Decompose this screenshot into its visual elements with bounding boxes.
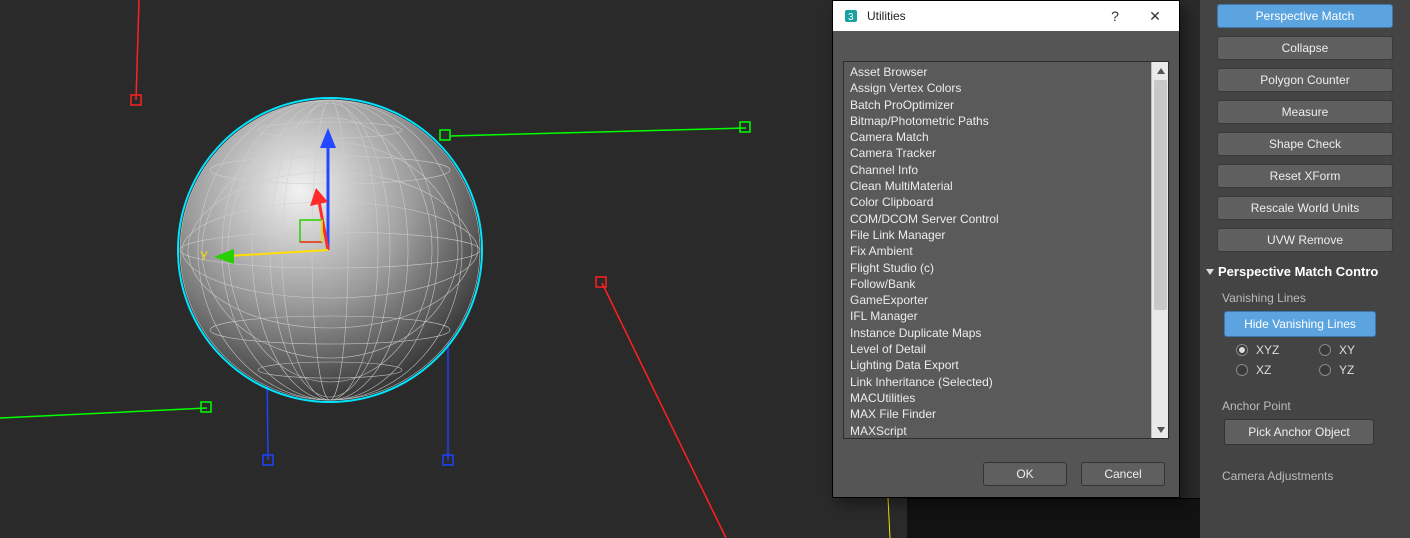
util-btn-shape-check[interactable]: Shape Check [1217, 132, 1393, 156]
app-root: Y 3 Utilities ? ✕ Asset BrowserAssign Ve… [0, 0, 1410, 538]
axis-radio-group: XYZ XY XZ YZ [1212, 337, 1398, 377]
utilities-list-item[interactable]: MACUtilities [844, 390, 1151, 406]
utilities-list-item[interactable]: Color Clipboard [844, 194, 1151, 210]
radio-yz[interactable]: YZ [1319, 363, 1390, 377]
scroll-up-button[interactable] [1152, 62, 1169, 79]
help-button[interactable]: ? [1095, 1, 1135, 31]
utilities-list-item[interactable]: Bitmap/Photometric Paths [844, 113, 1151, 129]
dialog-title: Utilities [867, 9, 906, 23]
command-panel: Perspective Match Collapse Polygon Count… [1200, 0, 1410, 538]
util-btn-uvw-remove[interactable]: UVW Remove [1217, 228, 1393, 252]
utilities-list-item[interactable]: Clean MultiMaterial [844, 178, 1151, 194]
anchor-point-label: Anchor Point [1200, 391, 1410, 417]
scroll-thumb[interactable] [1154, 80, 1167, 310]
gizmo-y-label: Y [200, 249, 208, 263]
ok-button[interactable]: OK [983, 462, 1067, 486]
util-btn-rescale-world[interactable]: Rescale World Units [1217, 196, 1393, 220]
utilities-list-item[interactable]: Flight Studio (c) [844, 260, 1151, 276]
vanishing-lines-label: Vanishing Lines [1200, 283, 1410, 309]
radio-xz[interactable]: XZ [1236, 363, 1307, 377]
camera-adjustments-label: Camera Adjustments [1200, 445, 1410, 487]
close-button[interactable]: ✕ [1135, 1, 1175, 31]
utilities-list-item[interactable]: Camera Match [844, 129, 1151, 145]
utilities-list-item[interactable]: Fix Ambient [844, 243, 1151, 259]
util-btn-polygon-counter[interactable]: Polygon Counter [1217, 68, 1393, 92]
util-btn-collapse[interactable]: Collapse [1217, 36, 1393, 60]
util-btn-measure[interactable]: Measure [1217, 100, 1393, 124]
utilities-list-item[interactable]: Assign Vertex Colors [844, 80, 1151, 96]
radio-xyz[interactable]: XYZ [1236, 343, 1307, 357]
utilities-list-item[interactable]: Lighting Data Export [844, 357, 1151, 373]
utilities-list-item[interactable]: Link Inheritance (Selected) [844, 374, 1151, 390]
lower-dark-region [907, 498, 1200, 538]
dialog-titlebar[interactable]: 3 Utilities ? ✕ [833, 1, 1179, 31]
utilities-list-item[interactable]: COM/DCOM Server Control [844, 211, 1151, 227]
utilities-list-item[interactable]: Asset Browser [844, 64, 1151, 80]
pick-anchor-object-button[interactable]: Pick Anchor Object [1224, 419, 1374, 445]
rollout-perspective-match-controls[interactable]: Perspective Match Contro [1200, 260, 1410, 283]
utilities-list-item[interactable]: MAX File Finder [844, 406, 1151, 422]
rollout-title: Perspective Match Contro [1218, 264, 1378, 279]
hide-vanishing-lines-button[interactable]: Hide Vanishing Lines [1224, 311, 1376, 337]
app-icon: 3 [843, 8, 859, 24]
utilities-list-item[interactable]: Channel Info [844, 162, 1151, 178]
utilities-list-item[interactable]: IFL Manager [844, 308, 1151, 324]
utilities-list-item[interactable]: Level of Detail [844, 341, 1151, 357]
dialog-button-row: OK Cancel [833, 451, 1179, 497]
utilities-list-item[interactable]: Camera Tracker [844, 145, 1151, 161]
utilities-list-item[interactable]: GameExporter [844, 292, 1151, 308]
radio-xy[interactable]: XY [1319, 343, 1390, 357]
utilities-list-item[interactable]: Follow/Bank [844, 276, 1151, 292]
cancel-button[interactable]: Cancel [1081, 462, 1165, 486]
utilities-list-item[interactable]: MAXScript [844, 423, 1151, 438]
utilities-list-item[interactable]: Instance Duplicate Maps [844, 325, 1151, 341]
utilities-list-item[interactable]: File Link Manager [844, 227, 1151, 243]
svg-text:3: 3 [848, 12, 854, 23]
scroll-down-button[interactable] [1152, 421, 1169, 438]
utilities-listbox[interactable]: Asset BrowserAssign Vertex ColorsBatch P… [843, 61, 1169, 439]
chevron-down-icon [1206, 269, 1214, 275]
utilities-list-item[interactable]: Batch ProOptimizer [844, 97, 1151, 113]
util-btn-reset-xform[interactable]: Reset XForm [1217, 164, 1393, 188]
utilities-dialog: 3 Utilities ? ✕ Asset BrowserAssign Vert… [832, 0, 1180, 498]
util-btn-perspective-match[interactable]: Perspective Match [1217, 4, 1393, 28]
scrollbar[interactable] [1151, 62, 1168, 438]
